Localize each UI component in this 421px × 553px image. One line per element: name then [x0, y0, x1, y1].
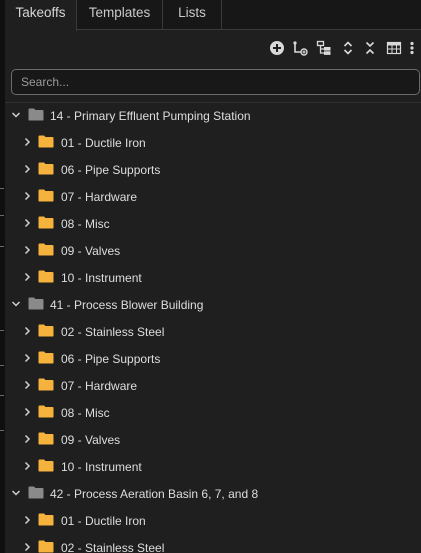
tree-group-row[interactable]: 42 - Process Aeration Basin 6, 7, and 8	[5, 481, 421, 508]
chevron-right-icon[interactable]	[21, 541, 33, 553]
item-label: 08 - Misc	[61, 406, 110, 420]
item-label: 09 - Valves	[61, 244, 121, 258]
folder-icon	[38, 351, 54, 364]
folder-icon	[38, 540, 54, 553]
folder-icon	[28, 108, 44, 121]
tab-templates[interactable]: Templates	[77, 0, 163, 30]
chevron-right-icon[interactable]	[21, 244, 33, 256]
item-label: 01 - Ductile Iron	[61, 136, 146, 150]
chevron-right-icon[interactable]	[21, 271, 33, 283]
tree-item-row[interactable]: 10 - Instrument	[5, 454, 421, 481]
chevron-right-icon[interactable]	[21, 514, 33, 526]
folder-icon	[38, 135, 54, 148]
tree-group-row[interactable]: 41 - Process Blower Building	[5, 292, 421, 319]
add-circle-icon[interactable]	[269, 40, 285, 56]
takeoffs-panel: Takeoffs Templates Lists 14 - Primary Ef…	[5, 0, 421, 553]
folder-icon	[38, 459, 54, 472]
chevron-down-icon[interactable]	[10, 109, 22, 121]
folder-icon	[38, 270, 54, 283]
folder-icon	[28, 486, 44, 499]
tab-lists[interactable]: Lists	[163, 0, 222, 30]
toolbar	[5, 30, 421, 66]
item-label: 02 - Stainless Steel	[61, 325, 165, 339]
chevron-right-icon[interactable]	[21, 325, 33, 337]
chevron-right-icon[interactable]	[21, 379, 33, 391]
folder-icon	[38, 405, 54, 418]
tree-group-row[interactable]: 14 - Primary Effluent Pumping Station	[5, 103, 421, 130]
tree-item-row[interactable]: 01 - Ductile Iron	[5, 508, 421, 535]
tree-item-row[interactable]: 08 - Misc	[5, 400, 421, 427]
tree-item-row[interactable]: 08 - Misc	[5, 211, 421, 238]
more-vertical-icon[interactable]	[408, 40, 416, 56]
chevron-right-icon[interactable]	[21, 406, 33, 418]
tree-item-row[interactable]: 09 - Valves	[5, 238, 421, 265]
chevron-down-icon[interactable]	[10, 298, 22, 310]
chevron-right-icon[interactable]	[21, 433, 33, 445]
folder-icon	[38, 162, 54, 175]
takeoff-tree: 14 - Primary Effluent Pumping Station 01 …	[5, 103, 421, 553]
group-label: 42 - Process Aeration Basin 6, 7, and 8	[50, 487, 259, 501]
tree-item-row[interactable]: 07 - Hardware	[5, 373, 421, 400]
group-label: 14 - Primary Effluent Pumping Station	[50, 109, 251, 123]
tree-item-row[interactable]: 01 - Ductile Iron	[5, 130, 421, 157]
tree-item-row[interactable]: 02 - Stainless Steel	[5, 319, 421, 346]
tree-item-row[interactable]: 10 - Instrument	[5, 265, 421, 292]
search-input[interactable]	[11, 69, 420, 95]
folder-icon	[28, 297, 44, 310]
folder-icon	[38, 243, 54, 256]
item-label: 09 - Valves	[61, 433, 121, 447]
item-label: 07 - Hardware	[61, 379, 138, 393]
folder-icon	[38, 513, 54, 526]
tree-item-row[interactable]: 06 - Pipe Supports	[5, 157, 421, 184]
group-label: 41 - Process Blower Building	[50, 298, 204, 312]
chevron-right-icon[interactable]	[21, 352, 33, 364]
item-label: 08 - Misc	[61, 217, 110, 231]
item-label: 06 - Pipe Supports	[61, 163, 161, 177]
chevron-right-icon[interactable]	[21, 217, 33, 229]
collapse-all-icon[interactable]	[362, 40, 378, 56]
chevron-right-icon[interactable]	[21, 163, 33, 175]
item-label: 10 - Instrument	[61, 460, 142, 474]
tab-takeoffs[interactable]: Takeoffs	[5, 0, 77, 31]
folder-icon	[38, 324, 54, 337]
tab-bar: Takeoffs Templates Lists	[5, 0, 421, 31]
folder-icon	[38, 216, 54, 229]
folder-icon	[38, 432, 54, 445]
tree-item-row[interactable]: 02 - Stainless Steel	[5, 535, 421, 553]
item-label: 07 - Hardware	[61, 190, 138, 204]
tree-item-row[interactable]: 07 - Hardware	[5, 184, 421, 211]
item-label: 01 - Ductile Iron	[61, 514, 146, 528]
folder-icon	[38, 378, 54, 391]
tree-item-row[interactable]: 06 - Pipe Supports	[5, 346, 421, 373]
expand-all-icon[interactable]	[340, 40, 356, 56]
chevron-right-icon[interactable]	[21, 136, 33, 148]
table-columns-icon[interactable]	[386, 40, 402, 56]
chevron-right-icon[interactable]	[21, 460, 33, 472]
item-label: 06 - Pipe Supports	[61, 352, 161, 366]
chevron-down-icon[interactable]	[10, 487, 22, 499]
chevron-right-icon[interactable]	[21, 190, 33, 202]
tree-item-row[interactable]: 09 - Valves	[5, 427, 421, 454]
tree-hierarchy-icon[interactable]	[316, 40, 332, 56]
item-label: 10 - Instrument	[61, 271, 142, 285]
folder-icon	[38, 189, 54, 202]
item-label: 02 - Stainless Steel	[61, 541, 165, 553]
add-node-icon[interactable]	[292, 40, 308, 56]
